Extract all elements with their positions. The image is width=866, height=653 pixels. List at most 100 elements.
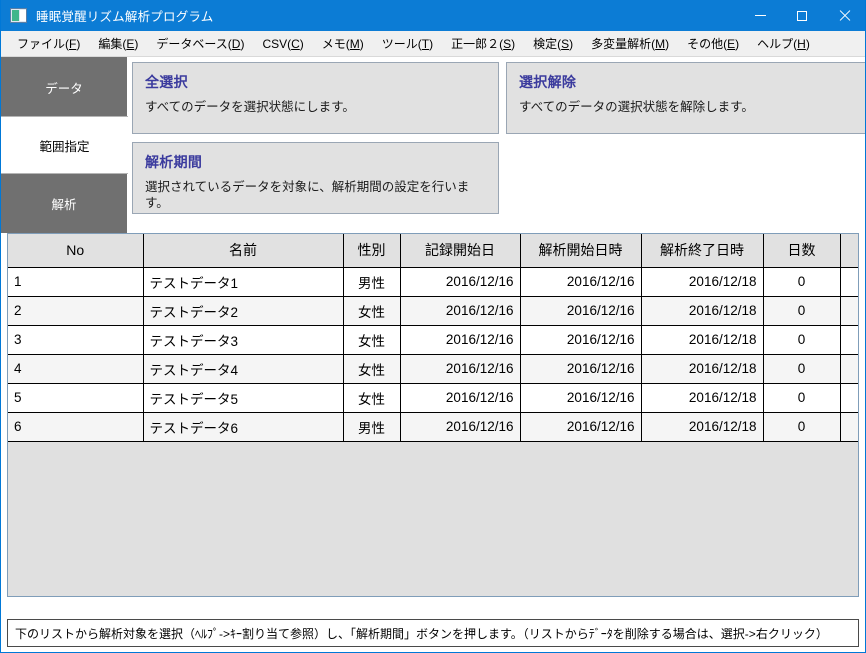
cell-6[interactable]: 2016/12/18 bbox=[641, 354, 764, 384]
cell-7[interactable]: 0 bbox=[763, 267, 841, 297]
cell-8[interactable] bbox=[840, 354, 858, 384]
cell-8[interactable] bbox=[840, 296, 858, 326]
cell-8[interactable] bbox=[840, 412, 858, 442]
column-header-8[interactable] bbox=[840, 234, 858, 268]
cell-2[interactable]: テストデータ1 bbox=[143, 267, 344, 297]
table-row[interactable]: 3 テストデータ3 女性 2016/12/16 2016/12/16 2016/12/18… bbox=[8, 325, 858, 355]
table-row[interactable]: 5 テストデータ5 女性 2016/12/16 2016/12/16 2016/12/18… bbox=[8, 383, 858, 413]
cell-3[interactable]: 女性 bbox=[343, 325, 401, 355]
cell-6[interactable]: 2016/12/18 bbox=[641, 296, 764, 326]
maximize-icon bbox=[797, 10, 807, 21]
card-title: 選択解除 bbox=[519, 74, 577, 90]
app-window-icon bbox=[10, 8, 27, 23]
tab-データ[interactable]: データ bbox=[1, 58, 127, 116]
cell-8[interactable] bbox=[840, 267, 858, 297]
card-select-all[interactable]: 全選択 すべてのデータを選択状態にします。 bbox=[132, 62, 499, 134]
cell-3[interactable]: 男性 bbox=[343, 412, 401, 442]
card-analysis-period[interactable]: 解析期間 選択されているデータを対象に、解析期間の設定を行います。 bbox=[132, 142, 499, 214]
cell-5[interactable]: 2016/12/16 bbox=[520, 383, 642, 413]
close-button[interactable] bbox=[823, 0, 865, 31]
column-header-4[interactable]: 記録開始日 bbox=[400, 234, 521, 268]
cell-1[interactable]: 2 bbox=[8, 296, 144, 326]
cell-3[interactable]: 女性 bbox=[343, 296, 401, 326]
workspace: データ範囲指定 解析 全選択 すべてのデータを選択状態にします。 選択解除 すべて… bbox=[1, 57, 865, 233]
cell-2[interactable]: テストデータ2 bbox=[143, 296, 344, 326]
cell-1[interactable]: 1 bbox=[8, 267, 144, 297]
menu-item-10[interactable]: その他(E) bbox=[678, 33, 748, 55]
status-bar: 下のリストから解析対象を選択（ﾍﾙﾌﾟ->ｷｰ割り当て参照）し、「解析期間」ボタ… bbox=[7, 619, 859, 647]
cell-5[interactable]: 2016/12/16 bbox=[520, 296, 642, 326]
cell-7[interactable]: 0 bbox=[763, 383, 841, 413]
minimize-button[interactable] bbox=[739, 0, 781, 31]
minimize-icon bbox=[754, 15, 766, 16]
column-header-5[interactable]: 解析開始日時 bbox=[520, 234, 642, 268]
cell-1[interactable]: 3 bbox=[8, 325, 144, 355]
cell-2[interactable]: テストデータ6 bbox=[143, 412, 344, 442]
cell-6[interactable]: 2016/12/18 bbox=[641, 325, 764, 355]
cell-6[interactable]: 2016/12/18 bbox=[641, 267, 764, 297]
menu-item-1[interactable]: ファイル(F) bbox=[8, 33, 89, 55]
cell-1[interactable]: 4 bbox=[8, 354, 144, 384]
menu-item-5[interactable]: メモ(M) bbox=[313, 33, 373, 55]
menu-item-7[interactable]: 正一郎２(S) bbox=[442, 33, 524, 55]
data-grid-body: 1 テストデータ1 男性 2016/12/16 2016/12/16 2016/12/18… bbox=[8, 267, 858, 442]
menu-item-3[interactable]: データベース(D) bbox=[147, 33, 253, 55]
cell-8[interactable] bbox=[840, 383, 858, 413]
card-description: すべてのデータの選択状態を解除します。 bbox=[519, 100, 754, 114]
cell-4[interactable]: 2016/12/16 bbox=[400, 383, 521, 413]
menu-item-6[interactable]: ツール(T) bbox=[373, 33, 442, 55]
column-header-7[interactable]: 日数 bbox=[763, 234, 841, 268]
data-grid: No 名前 性別 記録開始日 解析開始日時 解析終了日時 日数 1 テストデータ1 男性 2016… bbox=[8, 234, 858, 442]
card-deselect-all[interactable]: 選択解除 すべてのデータの選択状態を解除します。 bbox=[506, 62, 865, 134]
cell-4[interactable]: 2016/12/16 bbox=[400, 267, 521, 297]
cell-5[interactable]: 2016/12/16 bbox=[520, 325, 642, 355]
close-icon bbox=[839, 10, 850, 21]
cell-5[interactable]: 2016/12/16 bbox=[520, 354, 642, 384]
cell-1[interactable]: 5 bbox=[8, 383, 144, 413]
column-header-2[interactable]: 名前 bbox=[143, 234, 344, 268]
tab-範囲指定[interactable]: 範囲指定 bbox=[1, 116, 128, 174]
cell-5[interactable]: 2016/12/16 bbox=[520, 267, 642, 297]
cell-7[interactable]: 0 bbox=[763, 354, 841, 384]
maximize-button[interactable] bbox=[781, 0, 823, 31]
card-description: 選択されているデータを対象に、解析期間の設定を行います。 bbox=[145, 180, 470, 210]
column-header-6[interactable]: 解析終了日時 bbox=[641, 234, 764, 268]
tab-解析[interactable]: 解析 bbox=[1, 174, 127, 232]
menu-item-9[interactable]: 多変量解析(M) bbox=[582, 33, 678, 55]
cell-5[interactable]: 2016/12/16 bbox=[520, 412, 642, 442]
cell-4[interactable]: 2016/12/16 bbox=[400, 325, 521, 355]
cell-2[interactable]: テストデータ3 bbox=[143, 325, 344, 355]
column-header-1[interactable]: No bbox=[8, 234, 144, 268]
cell-3[interactable]: 男性 bbox=[343, 267, 401, 297]
table-row[interactable]: 2 テストデータ2 女性 2016/12/16 2016/12/16 2016/12/18… bbox=[8, 296, 858, 326]
cell-8[interactable] bbox=[840, 325, 858, 355]
cell-3[interactable]: 女性 bbox=[343, 354, 401, 384]
cell-2[interactable]: テストデータ4 bbox=[143, 354, 344, 384]
table-row[interactable]: 4 テストデータ4 女性 2016/12/16 2016/12/16 2016/12/18… bbox=[8, 354, 858, 384]
tab-label: データ bbox=[45, 81, 83, 96]
menu-item-11[interactable]: ヘルプ(H) bbox=[748, 33, 819, 55]
menu-item-2[interactable]: 編集(E) bbox=[89, 33, 147, 55]
cell-6[interactable]: 2016/12/18 bbox=[641, 412, 764, 442]
cell-7[interactable]: 0 bbox=[763, 325, 841, 355]
cell-7[interactable]: 0 bbox=[763, 412, 841, 442]
column-header-3[interactable]: 性別 bbox=[343, 234, 401, 268]
cell-4[interactable]: 2016/12/16 bbox=[400, 412, 521, 442]
data-grid-container[interactable]: No 名前 性別 記録開始日 解析開始日時 解析終了日時 日数 1 テストデータ1 男性 2016… bbox=[7, 233, 859, 597]
action-card-area: 全選択 すべてのデータを選択状態にします。 選択解除 すべてのデータの選択状態を… bbox=[127, 57, 865, 233]
cell-2[interactable]: テストデータ5 bbox=[143, 383, 344, 413]
cell-7[interactable]: 0 bbox=[763, 296, 841, 326]
cell-4[interactable]: 2016/12/16 bbox=[400, 296, 521, 326]
table-row[interactable]: 1 テストデータ1 男性 2016/12/16 2016/12/16 2016/12/18… bbox=[8, 267, 858, 297]
menu-item-8[interactable]: 検定(S) bbox=[524, 33, 582, 55]
card-title: 解析期間 bbox=[145, 154, 203, 170]
cell-6[interactable]: 2016/12/18 bbox=[641, 383, 764, 413]
menu-item-4[interactable]: CSV(C) bbox=[253, 33, 312, 55]
cell-4[interactable]: 2016/12/16 bbox=[400, 354, 521, 384]
application-window: 睡眠覚醒リズム解析プログラム ファイル(F) 編集(E) データベース(D) CSV(… bbox=[0, 0, 866, 653]
table-row[interactable]: 6 テストデータ6 男性 2016/12/16 2016/12/16 2016/12/18… bbox=[8, 412, 858, 442]
action-card-row-bottom: 解析期間 選択されているデータを対象に、解析期間の設定を行います。 bbox=[132, 142, 865, 214]
card-description: すべてのデータを選択状態にします。 bbox=[145, 100, 355, 114]
cell-1[interactable]: 6 bbox=[8, 412, 144, 442]
cell-3[interactable]: 女性 bbox=[343, 383, 401, 413]
